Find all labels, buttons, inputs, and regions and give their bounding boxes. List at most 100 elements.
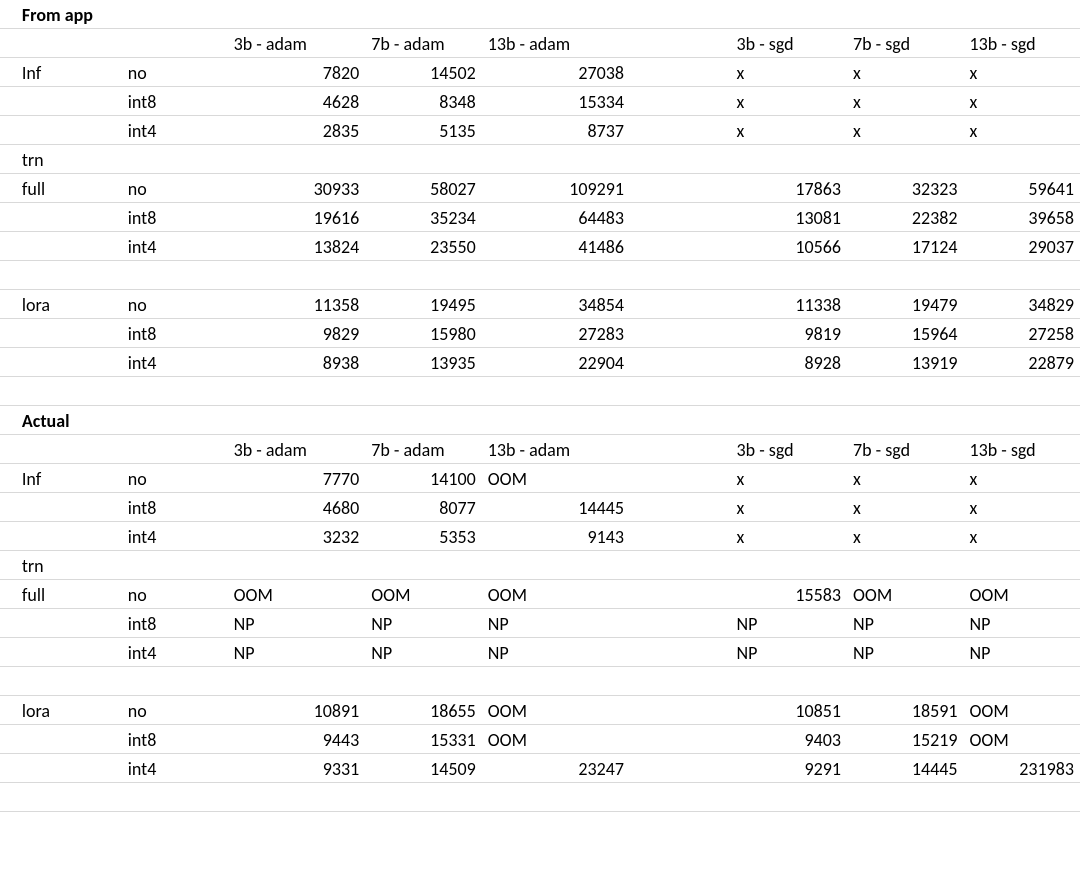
col-header: 7b - sgd — [847, 29, 963, 58]
value-cell: x — [847, 464, 963, 493]
value-cell: NP — [365, 638, 481, 667]
value-cell: x — [731, 116, 847, 145]
col-header: 3b - sgd — [731, 435, 847, 464]
row-label — [16, 725, 122, 754]
table-row — [0, 261, 1080, 290]
table-row — [0, 377, 1080, 406]
table-row: lorano113581949534854113381947934829 — [0, 290, 1080, 319]
table-row: int8NPNPNPNPNPNP — [0, 609, 1080, 638]
value-cell: 13824 — [228, 232, 366, 261]
value-cell: NP — [365, 609, 481, 638]
value-cell: 13935 — [365, 348, 481, 377]
table-row: 3b - adam7b - adam13b - adam 3b - sgd7b -… — [0, 435, 1080, 464]
value-cell: 35234 — [365, 203, 481, 232]
row-label — [16, 116, 122, 145]
col-header: 3b - sgd — [731, 29, 847, 58]
row-label: full — [16, 580, 122, 609]
value-cell: 11338 — [731, 290, 847, 319]
table-row: int4323253539143xxx — [0, 522, 1080, 551]
value-cell: x — [847, 116, 963, 145]
row-sublabel: int8 — [122, 203, 228, 232]
table-row: int89829159802728398191596427258 — [0, 319, 1080, 348]
row-sublabel: int8 — [122, 609, 228, 638]
row-label — [16, 319, 122, 348]
row-label — [16, 754, 122, 783]
value-cell: 9443 — [228, 725, 366, 754]
col-header: 7b - sgd — [847, 435, 963, 464]
value-cell: 27258 — [963, 319, 1080, 348]
value-cell: 8077 — [365, 493, 481, 522]
row-label: lora — [16, 696, 122, 725]
row-label — [16, 493, 122, 522]
col-header: 7b - adam — [365, 435, 481, 464]
value-cell: 30933 — [228, 174, 366, 203]
table-row: int8944315331OOM940315219OOM — [0, 725, 1080, 754]
value-cell: 19495 — [365, 290, 481, 319]
table-row: 3b - adam7b - adam13b - adam3b - sgd7b -… — [0, 29, 1080, 58]
value-cell: 4628 — [228, 87, 366, 116]
value-cell: OOM — [963, 580, 1080, 609]
col-header: 13b - adam — [482, 29, 630, 58]
value-cell: x — [847, 58, 963, 87]
value-cell: 19616 — [228, 203, 366, 232]
value-cell: 34854 — [482, 290, 630, 319]
value-cell: 14100 — [365, 464, 481, 493]
value-cell: 10851 — [731, 696, 847, 725]
value-cell: 27283 — [482, 319, 630, 348]
value-cell: OOM — [482, 464, 630, 493]
value-cell: 22904 — [482, 348, 630, 377]
value-cell: 7820 — [228, 58, 366, 87]
value-cell: 22879 — [963, 348, 1080, 377]
value-cell: 32323 — [847, 174, 963, 203]
table-row — [0, 667, 1080, 696]
col-header: 3b - adam — [228, 435, 366, 464]
value-cell: NP — [847, 609, 963, 638]
value-cell: 27038 — [482, 58, 630, 87]
table-row: int84680807714445xxx — [0, 493, 1080, 522]
value-cell: 14445 — [847, 754, 963, 783]
row-sublabel: int8 — [122, 319, 228, 348]
row-label: lora — [16, 290, 122, 319]
value-cell: x — [963, 87, 1080, 116]
row-label — [16, 638, 122, 667]
value-cell: 9403 — [731, 725, 847, 754]
col-header: 3b - adam — [228, 29, 366, 58]
value-cell: NP — [963, 609, 1080, 638]
value-cell: 5135 — [365, 116, 481, 145]
value-cell: 2835 — [228, 116, 366, 145]
value-cell: 9829 — [228, 319, 366, 348]
col-header: 13b - sgd — [963, 435, 1080, 464]
value-cell: 13919 — [847, 348, 963, 377]
value-cell: 19479 — [847, 290, 963, 319]
value-cell: 15583 — [731, 580, 847, 609]
value-cell: 59641 — [963, 174, 1080, 203]
value-cell: x — [963, 116, 1080, 145]
value-cell: NP — [963, 638, 1080, 667]
value-cell: NP — [228, 638, 366, 667]
value-cell: 8928 — [731, 348, 847, 377]
row-sublabel: int8 — [122, 493, 228, 522]
value-cell: OOM — [482, 696, 630, 725]
row-sublabel: int4 — [122, 232, 228, 261]
row-sublabel: no — [122, 580, 228, 609]
value-cell: 15331 — [365, 725, 481, 754]
value-cell: x — [963, 522, 1080, 551]
value-cell: 18655 — [365, 696, 481, 725]
value-cell: 58027 — [365, 174, 481, 203]
col-header: 13b - adam — [482, 435, 630, 464]
row-label: Inf — [16, 58, 122, 87]
value-cell: 3232 — [228, 522, 366, 551]
table-row: Infno777014100OOMxxx — [0, 464, 1080, 493]
value-cell: x — [731, 87, 847, 116]
value-cell: 8938 — [228, 348, 366, 377]
value-cell: NP — [482, 609, 630, 638]
table-row: Infno78201450227038xxx — [0, 58, 1080, 87]
value-cell: x — [963, 464, 1080, 493]
value-cell: 15964 — [847, 319, 963, 348]
value-cell: 15980 — [365, 319, 481, 348]
row-sublabel: no — [122, 696, 228, 725]
value-cell: 13081 — [731, 203, 847, 232]
value-cell: NP — [228, 609, 366, 638]
value-cell: 9291 — [731, 754, 847, 783]
row-sublabel: int8 — [122, 725, 228, 754]
